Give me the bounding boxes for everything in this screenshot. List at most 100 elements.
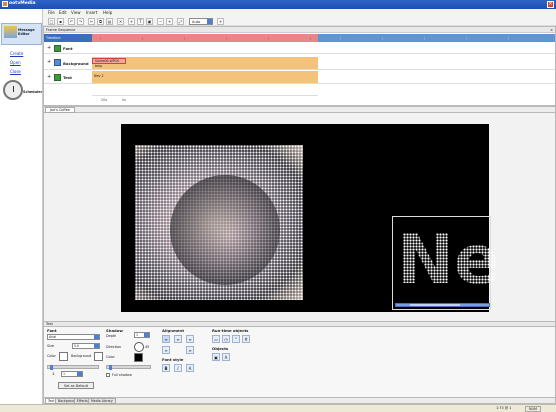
fit-icon[interactable]: ⤢ xyxy=(177,18,184,25)
menu-help[interactable]: Help xyxy=(103,10,112,15)
bold-button[interactable]: B xyxy=(162,364,170,372)
shadow-section-title: Shadow xyxy=(106,328,123,333)
chevron-down-icon xyxy=(207,19,212,24)
zoom-value: Auto xyxy=(192,20,201,24)
size-label: Size xyxy=(47,344,54,348)
depth-label: Depth xyxy=(106,334,117,338)
frame-sequence-panel: Frame Sequence × Timeline | | | | | | | … xyxy=(43,26,556,106)
active-range[interactable]: | | | | | | xyxy=(92,34,318,42)
background-color-swatch[interactable] xyxy=(94,352,103,361)
font-name-value: Arial xyxy=(49,335,57,339)
status-zoom: 1:75 @ 1 xyxy=(496,406,512,410)
align-top-right-button[interactable]: ≡ xyxy=(186,335,194,343)
direction-dial[interactable] xyxy=(134,342,144,352)
shadow-color-swatch[interactable] xyxy=(134,353,143,362)
time-label: 20s xyxy=(101,98,108,102)
menu-insert[interactable]: Insert xyxy=(86,10,97,15)
close-link[interactable]: Close xyxy=(10,69,21,74)
redo-icon[interactable]: ↷ xyxy=(77,18,84,25)
full-shadow-label: Full shadow xyxy=(112,373,132,377)
insert-frame-icon[interactable]: + xyxy=(128,18,135,25)
menu-view[interactable]: View xyxy=(71,10,81,15)
runtime-temp-icon[interactable]: ° xyxy=(232,335,240,343)
track-text[interactable]: + Text Nev 2 xyxy=(44,71,555,84)
expand-icon[interactable]: + xyxy=(47,74,51,80)
toolbar: □ ▪ ↶ ↷ ✂ ⧉ ▤ ✕ + T ▣ − + ⤢ Auto + xyxy=(43,17,556,26)
spin-value: 1 xyxy=(63,372,66,376)
expand-icon[interactable]: + xyxy=(47,45,51,51)
delete-icon[interactable]: ✕ xyxy=(117,18,124,25)
spin-field[interactable]: 1 xyxy=(61,371,83,377)
track-font[interactable]: + Font xyxy=(44,43,555,54)
add-icon[interactable]: + xyxy=(217,18,224,25)
undo-icon[interactable]: ↶ xyxy=(68,18,75,25)
background-clip[interactable]: Sailes06.WPG0 bmp xyxy=(92,57,318,69)
save-icon[interactable]: ▪ xyxy=(57,18,64,25)
object-image-icon[interactable]: ▣ xyxy=(212,353,220,361)
color-label: Color xyxy=(47,354,56,358)
zoom-in-icon[interactable]: + xyxy=(166,18,173,25)
timeline-label: Timeline xyxy=(44,34,92,42)
insert-text-icon[interactable]: T xyxy=(137,18,144,25)
background-track-icon xyxy=(54,59,61,66)
properties-panel: Font Arial Size 5.0 Color Background ⇕ 1… xyxy=(43,327,556,397)
shadow-slider[interactable] xyxy=(106,365,151,370)
timeline-ruler[interactable]: Timeline | | | | | | | | | | | xyxy=(44,34,555,42)
message-editor-button[interactable]: Message Editor xyxy=(1,23,42,45)
time-row: 20s 0s xyxy=(92,95,318,104)
slider-knob[interactable] xyxy=(50,365,53,370)
scroll-thumb[interactable] xyxy=(410,304,460,306)
font-style-button[interactable]: A xyxy=(186,364,194,372)
close-icon[interactable]: × xyxy=(550,27,553,33)
runtime-time-icon[interactable]: ◷ xyxy=(222,335,230,343)
depth-select[interactable]: 1 xyxy=(134,332,150,338)
object-text-icon[interactable]: A xyxy=(222,353,230,361)
create-link[interactable]: Create xyxy=(10,51,23,56)
image-shadow xyxy=(170,175,280,285)
spin-icon[interactable]: ⇕ xyxy=(52,372,55,376)
set-default-button[interactable]: Set as Default xyxy=(58,382,94,389)
preview-tab-bar: Joe's Coffee xyxy=(43,106,556,113)
text-object-frame[interactable]: Ne xyxy=(392,216,500,310)
frame-sequence-header: Frame Sequence × xyxy=(44,27,555,33)
menu-edit[interactable]: Edit xyxy=(59,10,67,15)
runtime-counter-icon[interactable]: # xyxy=(242,335,250,343)
align-bottom-left-button[interactable]: ≡ xyxy=(162,346,170,354)
font-name-select[interactable]: Arial xyxy=(47,334,100,340)
align-bottom-right-button[interactable]: ≡ xyxy=(186,346,194,354)
background-image[interactable] xyxy=(135,145,303,300)
italic-button[interactable]: I xyxy=(174,364,182,372)
align-top-center-button[interactable]: ≡ xyxy=(174,335,182,343)
expand-icon[interactable]: + xyxy=(47,59,51,65)
zoom-out-icon[interactable]: − xyxy=(157,18,164,25)
align-top-left-button[interactable]: ≡ xyxy=(162,335,170,343)
track-background[interactable]: + Background Sailes06.WPG0 bmp xyxy=(44,55,555,70)
new-icon[interactable]: □ xyxy=(48,18,55,25)
text-scrollbar[interactable] xyxy=(395,303,490,307)
cut-icon[interactable]: ✂ xyxy=(88,18,95,25)
menu-file[interactable]: File xyxy=(48,10,55,15)
open-link[interactable]: Open xyxy=(10,60,21,65)
copy-icon[interactable]: ⧉ xyxy=(97,18,104,25)
window-title: ootvMedia xyxy=(9,1,36,6)
slider-knob[interactable] xyxy=(109,365,112,370)
size-select[interactable]: 5.0 xyxy=(72,343,100,349)
chevron-down-icon xyxy=(94,335,99,339)
font-slider[interactable] xyxy=(47,365,99,370)
close-icon[interactable]: × xyxy=(547,1,554,8)
scheduler-button[interactable]: Scheduler xyxy=(3,80,43,100)
depth-value: 1 xyxy=(136,333,139,337)
paste-icon[interactable]: ▤ xyxy=(106,18,113,25)
sidebar: Message Editor Create Open Close Schedul… xyxy=(0,9,43,404)
led-preview-canvas[interactable]: Ne xyxy=(121,124,500,312)
font-color-swatch[interactable] xyxy=(59,352,68,361)
text-clip[interactable]: Nev 2 xyxy=(92,71,318,83)
zoom-select[interactable]: Auto xyxy=(189,18,213,25)
status-num: NUM xyxy=(525,406,541,412)
full-shadow-checkbox[interactable] xyxy=(106,373,110,377)
insert-image-icon[interactable]: ▣ xyxy=(146,18,153,25)
clock-icon xyxy=(3,80,23,100)
runtime-date-icon[interactable]: ▭ xyxy=(212,335,220,343)
text-clip-label: Nev 2 xyxy=(94,74,104,78)
shadow-color-label: Color xyxy=(106,355,115,359)
